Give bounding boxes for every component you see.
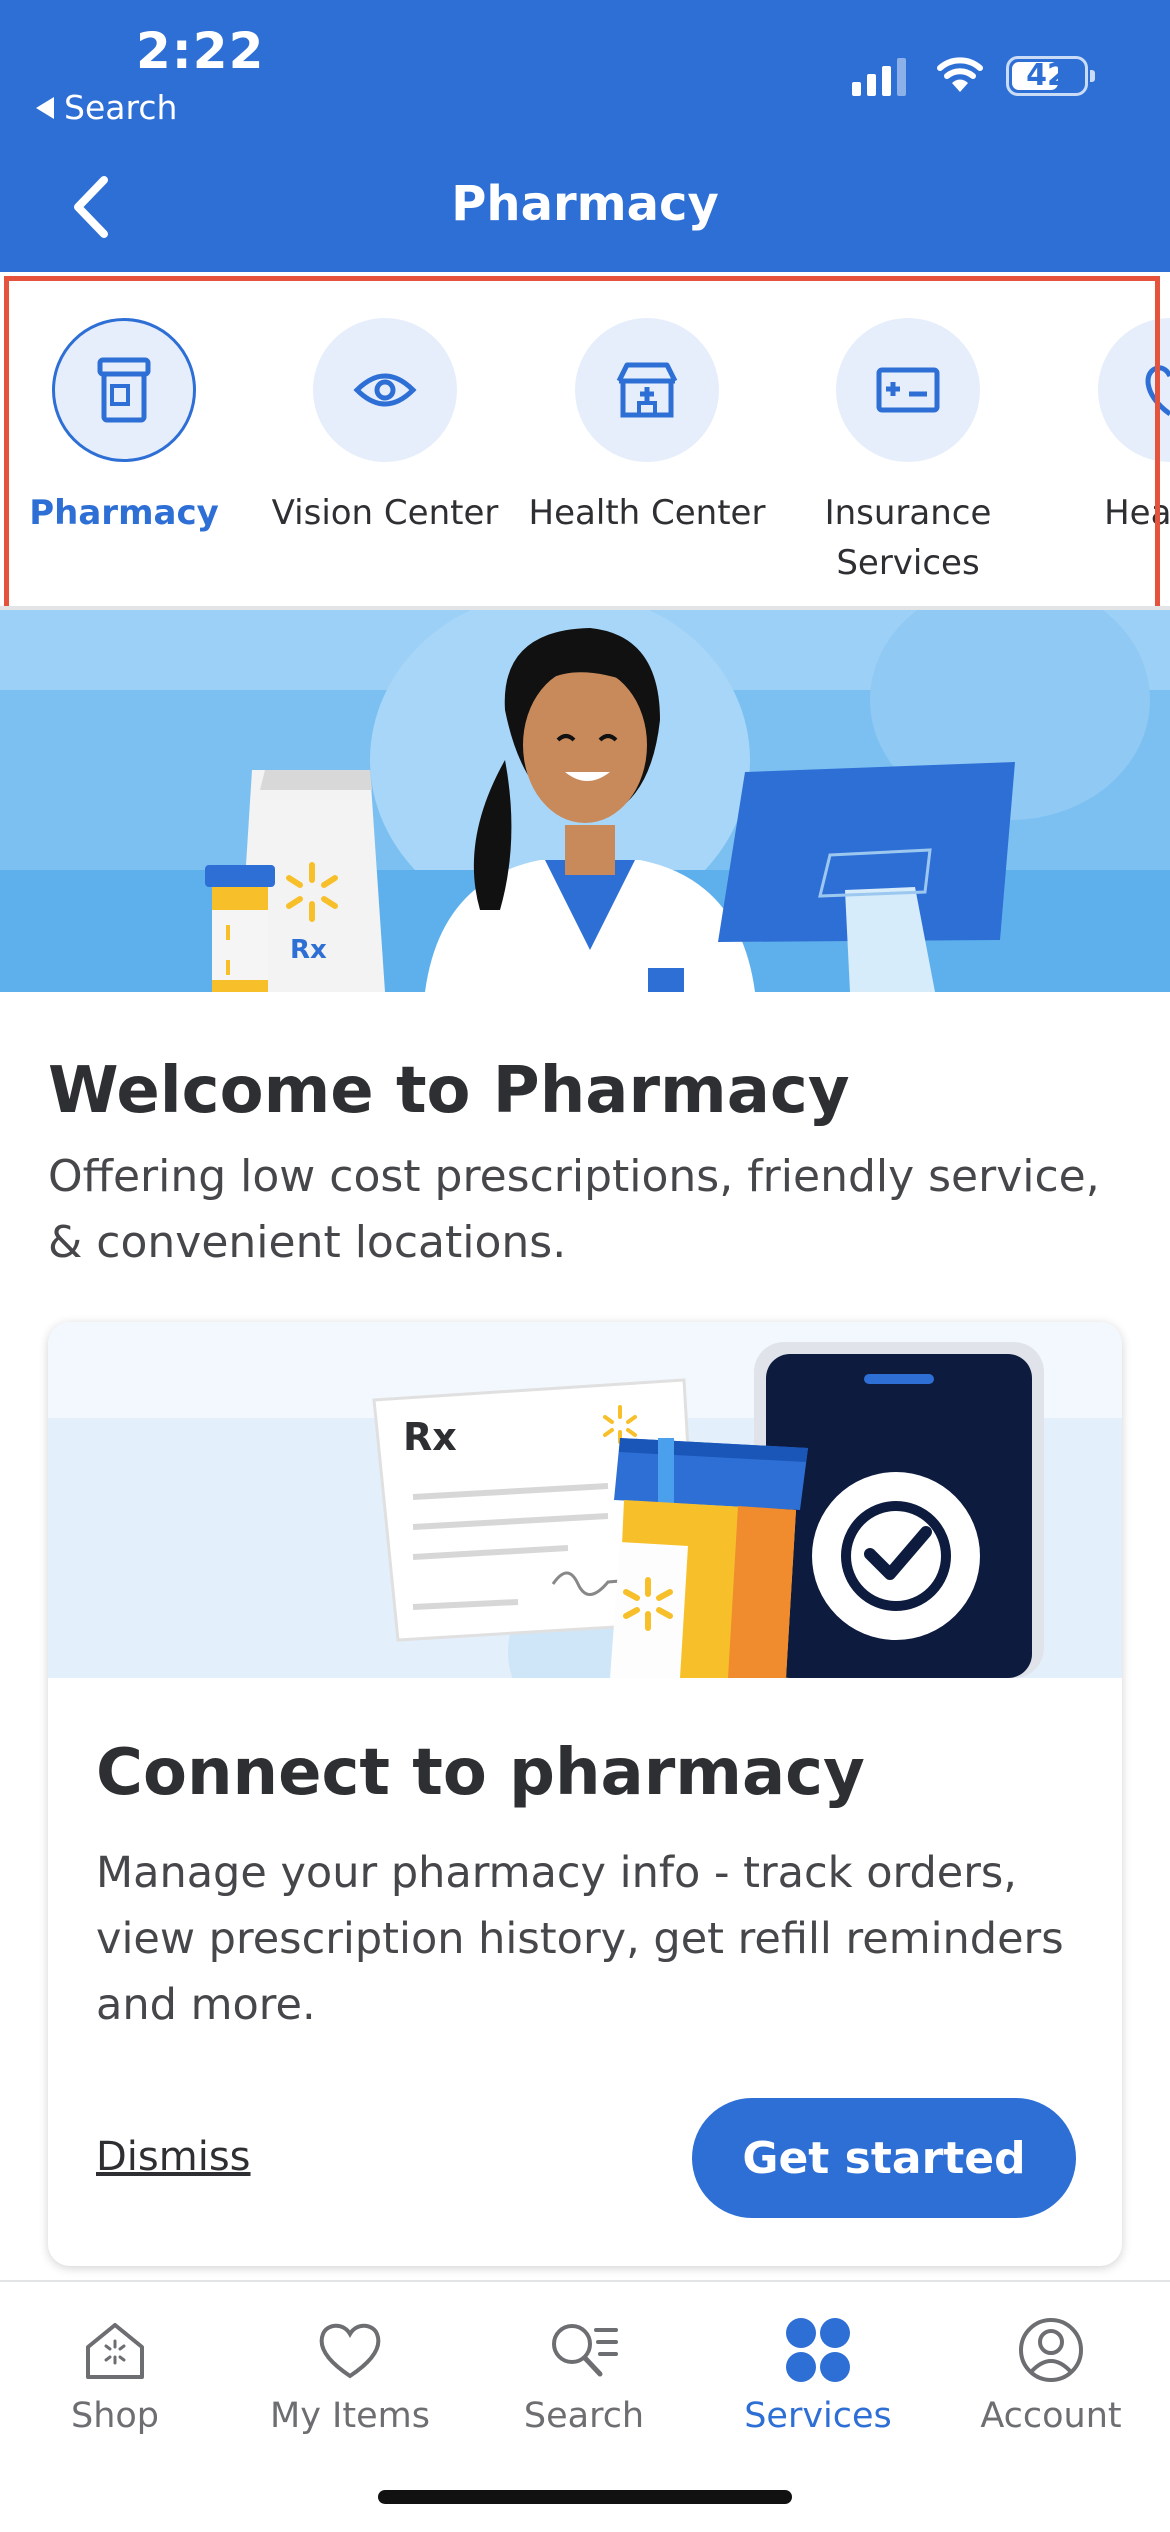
shop-icon: [15, 2312, 215, 2388]
tab-label: Health Center: [528, 493, 766, 533]
tab-vision-center[interactable]: Vision Center: [255, 318, 515, 538]
nav-account[interactable]: Account: [951, 2312, 1151, 2436]
battery-nub: [1090, 70, 1095, 82]
connect-pharmacy-card: Rx Connect to pharmacy Manage your pharm…: [48, 1322, 1122, 2266]
nav-label: Search: [523, 2396, 645, 2436]
tab-insurance-services[interactable]: Insurance Services: [778, 318, 1038, 588]
welcome-subtitle: Offering low cost prescriptions, friendl…: [48, 1151, 1100, 1268]
dismiss-link[interactable]: Dismiss: [96, 2134, 251, 2180]
nav-label: Services: [744, 2396, 892, 2436]
back-triangle-icon: [36, 96, 54, 119]
card-rx-label: Rx: [403, 1415, 457, 1459]
nav-search[interactable]: Search: [484, 2312, 684, 2436]
nav-label: Shop: [70, 2396, 160, 2436]
tab-healthy[interactable]: Healthy: [1040, 318, 1170, 538]
nav-services[interactable]: Services: [718, 2312, 918, 2436]
get-started-button[interactable]: Get started: [692, 2098, 1076, 2218]
heart-icon: [250, 2312, 450, 2388]
page-title: Pharmacy: [451, 176, 719, 232]
pill-bottle-icon: [52, 318, 196, 462]
status-time: 2:22: [136, 22, 265, 80]
tab-label: Insurance Services: [824, 493, 992, 583]
insurance-card-icon: [836, 318, 980, 462]
eye-icon: [313, 318, 457, 462]
card-description: Manage your pharmacy info - track orders…: [96, 1848, 1064, 2030]
battery-level: 42: [1026, 58, 1068, 93]
welcome-title: Welcome to Pharmacy: [48, 1054, 850, 1128]
clinic-icon: [575, 318, 719, 462]
back-to-app-link[interactable]: Search: [36, 88, 177, 127]
healthy-icon: [1098, 318, 1170, 462]
account-icon: [951, 2312, 1151, 2388]
nav-my-items[interactable]: My Items: [250, 2312, 450, 2436]
hero-rx-label: Rx: [290, 935, 327, 965]
nav-shop[interactable]: Shop: [15, 2312, 215, 2436]
app-header: 2:22 Search 42 Pharmacy: [0, 0, 1170, 272]
search-list-icon: [484, 2312, 684, 2388]
tab-label: Healthy: [1104, 493, 1170, 533]
home-indicator: [378, 2490, 792, 2504]
wifi-icon: [937, 57, 983, 92]
hero-banner: Rx: [0, 610, 1170, 992]
tab-pharmacy[interactable]: Pharmacy: [0, 318, 254, 538]
category-tabs: Pharmacy Vision Center Health Center Ins…: [0, 272, 1170, 604]
nav-label: My Items: [270, 2396, 430, 2436]
connect-illustration: Rx: [48, 1322, 1122, 1772]
back-to-app-label: Search: [64, 88, 178, 127]
tab-label: Vision Center: [271, 493, 499, 533]
nav-label: Account: [980, 2396, 1122, 2436]
services-icon: [718, 2312, 918, 2388]
battery-indicator: 42: [1006, 56, 1088, 96]
cellular-signal-icon: [852, 56, 906, 96]
tab-label: Pharmacy: [29, 493, 219, 533]
card-title: Connect to pharmacy: [96, 1736, 865, 1810]
tab-health-center[interactable]: Health Center: [517, 318, 777, 538]
